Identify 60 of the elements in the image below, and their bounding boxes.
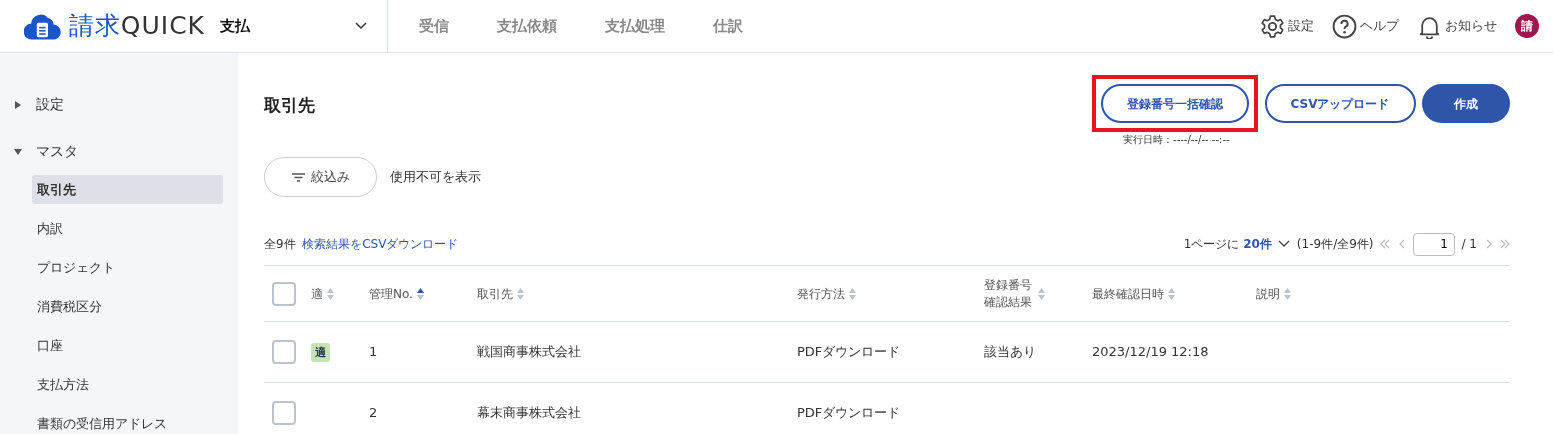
sidebar-item[interactable]: 支払方法 <box>32 370 223 399</box>
column-header[interactable]: 発行方法 <box>797 284 845 303</box>
caret-down-icon <box>14 147 22 156</box>
action-button[interactable]: 登録番号一括確認 <box>1101 84 1250 123</box>
nav-tab[interactable]: 受信 <box>394 14 473 38</box>
nav-tab[interactable]: 仕訳 <box>688 14 767 38</box>
table-cell: 戦国商事株式会社 <box>477 344 581 360</box>
gear-icon <box>1260 13 1285 39</box>
table-cell: 2023/12/19 12:18 <box>1092 344 1209 360</box>
select-all-checkbox[interactable] <box>272 281 296 306</box>
last-run-text: 実行日時：----/--/-- --:-- <box>1123 133 1231 147</box>
page-title: 取引先 <box>264 94 315 117</box>
filter-button[interactable]: 絞込み <box>264 157 377 197</box>
filter-icon <box>291 172 305 182</box>
column-header[interactable]: 説明 <box>1256 284 1280 303</box>
first-page-icon[interactable] <box>1380 239 1390 249</box>
table-cell: PDFダウンロード <box>797 405 901 421</box>
column-header[interactable]: 最終確認日時 <box>1092 284 1164 303</box>
module-dropdown[interactable]: 支払 <box>205 0 388 53</box>
sidebar-item[interactable]: 口座 <box>32 331 223 360</box>
row-checkbox[interactable] <box>272 340 296 364</box>
per-page-select[interactable]: 1ページに 20件 <box>1183 235 1272 253</box>
column-header[interactable]: 管理No. <box>369 284 413 303</box>
toolbar-button[interactable]: 設定 <box>1260 13 1314 39</box>
logo-text: 請求QUICK <box>68 10 205 43</box>
table-cell: 該当あり <box>984 344 1036 360</box>
csv-download-link[interactable]: 検索結果をCSVダウンロード <box>302 235 459 253</box>
table-cell: 1 <box>369 344 378 360</box>
sidebar-item[interactable]: 内訳 <box>32 214 223 243</box>
sidebar-item[interactable]: プロジェクト <box>32 253 223 282</box>
nav-tab[interactable]: 支払処理 <box>580 14 689 38</box>
last-page-icon[interactable] <box>1500 239 1510 249</box>
chevron-down-icon <box>355 22 367 30</box>
column-header[interactable]: 登録番号確認結果 <box>984 277 1035 310</box>
sidebar-item[interactable]: 取引先 <box>32 175 223 204</box>
column-header[interactable]: 取引先 <box>477 284 513 303</box>
column-header[interactable]: 適 <box>311 284 323 303</box>
help-icon <box>1332 13 1357 39</box>
sidebar-item[interactable]: 消費税区分 <box>32 292 223 321</box>
result-count: 全9件 <box>264 236 296 253</box>
status-badge: 適 <box>311 343 330 363</box>
sort-icon[interactable] <box>416 287 424 300</box>
table-cell: PDFダウンロード <box>797 344 901 360</box>
page-range: (1-9件/全9件) <box>1296 236 1374 253</box>
sidebar-group[interactable]: 設定 <box>0 81 238 128</box>
table-cell: 2 <box>369 405 378 421</box>
sidebar-item[interactable]: 書類の受信用アドレス <box>32 409 223 434</box>
nav-tab[interactable]: 支払依頼 <box>472 14 581 38</box>
row-checkbox[interactable] <box>272 401 296 425</box>
action-button[interactable]: CSVアップロード <box>1264 84 1416 123</box>
page-input[interactable]: 1 <box>1413 232 1455 256</box>
user-avatar[interactable]: 請 <box>1515 14 1539 38</box>
page-total: / 1 <box>1461 236 1477 253</box>
create-button[interactable]: 作成 <box>1422 84 1510 123</box>
chevron-down-icon[interactable] <box>1278 240 1291 248</box>
sidebar-group[interactable]: マスタ <box>0 128 238 175</box>
toolbar-button[interactable]: お知らせ <box>1417 13 1497 39</box>
toolbar-button[interactable]: ヘルプ <box>1332 13 1399 39</box>
table-cell: 幕末商事株式会社 <box>477 405 581 421</box>
caret-right-icon <box>14 100 22 109</box>
